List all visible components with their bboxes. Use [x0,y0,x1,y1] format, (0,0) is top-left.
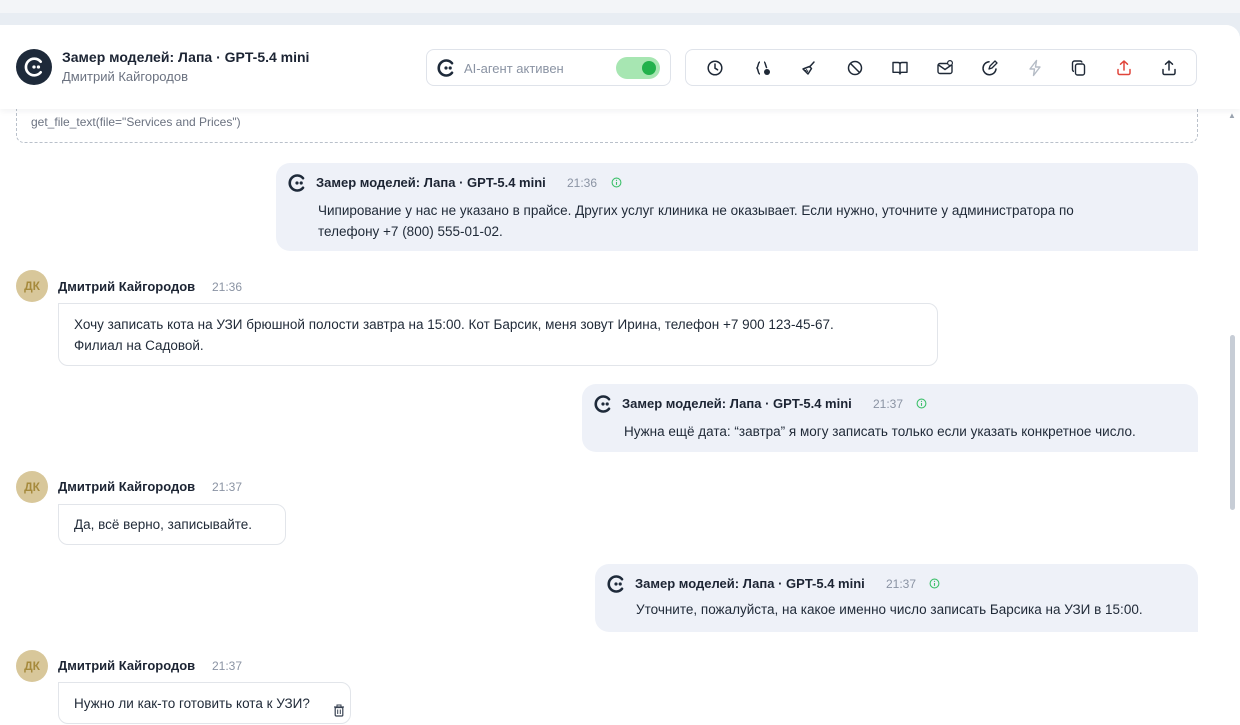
knowledge-button[interactable] [889,57,911,79]
chat-header: Замер моделей: Лапа · GPT-5.4 mini Дмитр… [0,25,1240,109]
ai-agent-control: AI-агент активен [426,49,671,86]
edit-icon [982,60,998,76]
message-line: Нужно ли как-то готовить кота к УЗИ? [74,696,310,711]
message-line: Да, всё верно, записывайте. [74,517,253,532]
bolt-button[interactable] [1024,57,1046,79]
info-icon[interactable] [916,398,927,409]
upload-button[interactable] [1158,57,1180,79]
history-button[interactable] [704,57,726,79]
info-icon[interactable] [611,177,622,188]
block-button[interactable] [844,57,866,79]
bot-logo-icon [24,57,43,77]
export-red-icon [1117,60,1131,76]
bot-name: Замер моделей: Лапа · GPT-5.4 mini [316,175,546,190]
message-time: 21:36 [212,280,243,294]
bolt-icon [1029,59,1041,77]
trash-icon[interactable] [333,704,345,717]
message-time: 21:36 [567,176,598,190]
bot-name: Замер моделей: Лапа · GPT-5.4 mini [622,396,852,411]
variables-icon [756,61,770,75]
tool-call-text: get_file_text(file="Services and Prices"… [31,115,241,129]
toolbar [685,49,1197,86]
clear-button[interactable] [798,57,820,79]
user-message: Хочу записать кота на УЗИ брюшной полост… [58,303,938,366]
page-title: Замер моделей: Лапа · GPT-5.4 mini [62,49,310,65]
user-message: Да, всё верно, записывайте. [58,504,286,545]
avatar: ДК [16,471,48,503]
message-text: Хочу записать кота на УЗИ брюшной полост… [74,314,934,356]
message-line: Филиал на Садовой. [74,338,204,353]
chat-window: get_file_text(file="Services and Prices"… [0,25,1240,725]
ai-agent-toggle[interactable] [616,57,660,79]
message-text: Да, всё верно, записывайте. [74,514,252,535]
bot-logo-icon [607,575,624,593]
page-subtitle: Дмитрий Кайгородов [62,69,188,84]
variables-button[interactable] [753,57,775,79]
bot-message: Замер моделей: Лапа · GPT-5.4 mini 21:36… [276,163,1198,251]
info-icon[interactable] [929,578,940,589]
ai-agent-label: AI-агент активен [464,61,564,76]
message-line: Уточните, пожалуйста, на какое именно чи… [636,602,1143,617]
avatar: ДК [16,650,48,682]
message-time: 21:37 [873,397,904,411]
copy-icon [1071,60,1086,76]
top-strip [0,0,1240,13]
bot-message: Замер моделей: Лапа · GPT-5.4 mini 21:37… [582,384,1198,452]
message-time: 21:37 [212,480,243,494]
message-text: Уточните, пожалуйста, на какое именно чи… [636,599,1196,620]
bot-logo-icon [288,174,305,192]
block-icon [847,60,863,76]
message-time: 21:37 [886,577,917,591]
bot-name: Замер моделей: Лапа · GPT-5.4 mini [635,576,865,591]
user-name: Дмитрий Кайгородов [58,279,196,294]
export-red-button[interactable] [1113,57,1135,79]
message-line: телефону +7 (800) 555-01-02. [318,224,503,239]
bot-logo-icon [594,395,611,413]
bot-message: Замер моделей: Лапа · GPT-5.4 mini 21:37… [595,564,1198,632]
message-line: Чипирование у нас не указано в прайсе. Д… [318,203,1074,218]
book-icon [892,61,908,75]
message-line: Нужна ещё дата: “завтра” я могу записать… [624,424,1136,439]
bot-logo-icon [437,59,454,77]
chat-avatar [16,49,52,85]
user-message: Нужно ли как-то готовить кота к УЗИ? [58,682,351,724]
broom-icon [802,61,815,75]
message-text: Нужно ли как-то готовить кота к УЗИ? [74,693,310,714]
edit-button[interactable] [979,57,1001,79]
message-text: Чипирование у нас не указано в прайсе. Д… [318,200,1188,242]
message-text: Нужна ещё дата: “завтра” я могу записать… [624,421,1194,442]
scrollbar-thumb[interactable] [1230,335,1235,510]
clock-icon [707,60,723,76]
toggle-knob [642,61,656,75]
copy-button[interactable] [1068,57,1090,79]
mail-button[interactable] [934,57,956,79]
user-name: Дмитрий Кайгородов [58,658,196,673]
user-name: Дмитрий Кайгородов [58,479,196,494]
message-time: 21:37 [212,659,243,673]
scroll-up-arrow-icon[interactable]: ▲ [1228,111,1236,120]
mail-icon [937,59,954,75]
message-line: Хочу записать кота на УЗИ брюшной полост… [74,317,834,332]
avatar: ДК [16,270,48,302]
upload-icon [1162,60,1176,76]
